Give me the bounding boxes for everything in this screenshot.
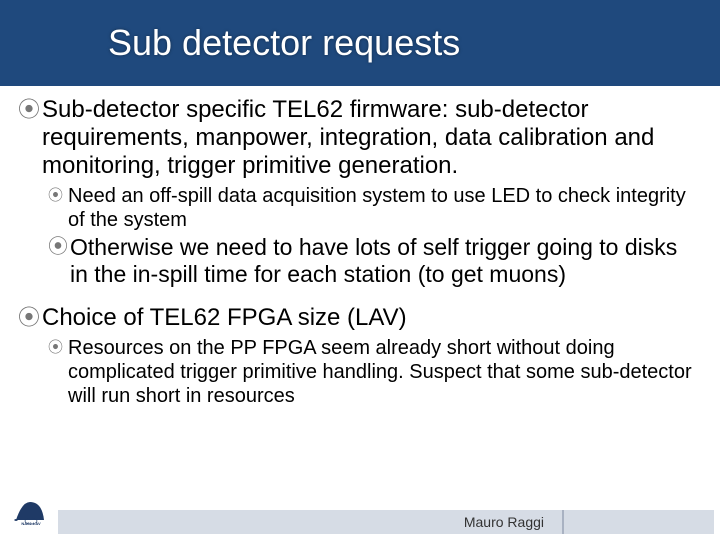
footer-bar: Mauro Raggi [58,510,714,534]
target-bullet-icon: ⦿ [48,184,68,208]
experiment-logo: NA62-LAV [8,498,54,526]
bullet-level2: ⦿ Otherwise we need to have lots of self… [18,234,696,288]
logo-text: NA62-LAV [21,521,41,526]
footer-separator [562,510,564,534]
bullet-level3: ⦿ Resources on the PP FPGA seem already … [18,336,696,408]
title-bar: Sub detector requests [0,0,720,86]
author-name: Mauro Raggi [464,514,544,530]
target-bullet-icon: ⦿ [48,336,68,360]
content-area: ⦿ Sub-detector specific TEL62 firmware: … [0,86,720,408]
bullet-level3: ⦿ Need an off-spill data acquisition sys… [18,184,696,232]
slide-title: Sub detector requests [108,22,460,64]
bullet-level1: ⦿ Choice of TEL62 FPGA size (LAV) [18,304,696,332]
target-bullet-icon: ⦿ [18,304,42,332]
bullet-text: Otherwise we need to have lots of self t… [70,234,696,288]
bullet-text: Choice of TEL62 FPGA size (LAV) [42,304,407,332]
bullet-text: Resources on the PP FPGA seem already sh… [68,336,696,408]
target-bullet-icon: ⦿ [18,96,42,124]
target-bullet-icon: ⦿ [48,234,70,260]
footer: NA62-LAV Mauro Raggi [0,498,720,540]
bullet-text: Sub-detector specific TEL62 firmware: su… [42,96,696,180]
bullet-text: Need an off-spill data acquisition syste… [68,184,696,232]
bullet-level1: ⦿ Sub-detector specific TEL62 firmware: … [18,96,696,180]
